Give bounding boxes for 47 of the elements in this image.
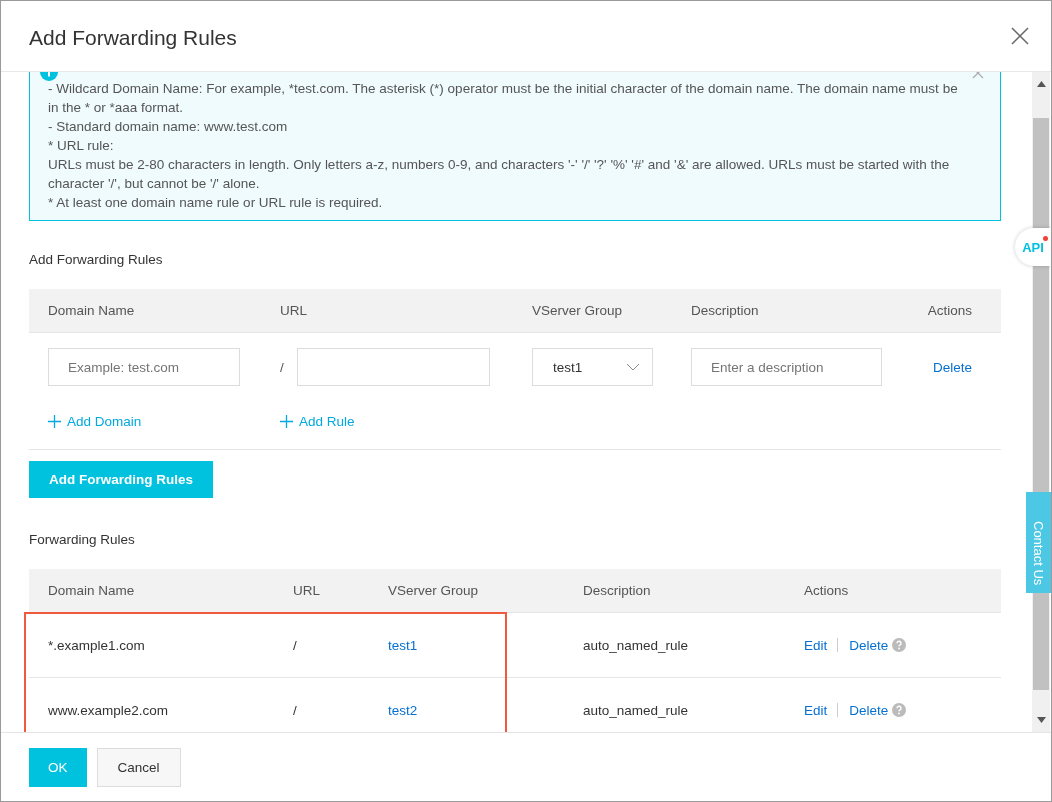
add-domain-link[interactable]: Add Domain <box>48 413 280 429</box>
close-icon[interactable] <box>1011 27 1029 45</box>
plus-icon <box>48 414 61 428</box>
column-header: Actions <box>927 303 972 318</box>
table-cell-text: / <box>293 702 298 718</box>
description-input[interactable]: Enter a description <box>691 348 882 386</box>
notice-text: * URL rule: <box>48 137 115 155</box>
scroll-down-icon[interactable] <box>1036 717 1046 723</box>
section-heading: Add Forwarding Rules <box>29 252 164 267</box>
column-header: Domain Name <box>48 303 136 318</box>
vserver-group-select[interactable]: test1 <box>532 348 653 386</box>
edit-link[interactable]: Edit <box>804 637 828 653</box>
column-header: Description <box>691 303 760 318</box>
column-header: Description <box>583 583 652 598</box>
column-header: URL <box>293 583 321 598</box>
delete-link[interactable]: Delete <box>932 359 972 375</box>
table-cell-text: / <box>293 637 298 653</box>
help-icon[interactable] <box>892 703 907 717</box>
column-header: VServer Group <box>532 303 624 318</box>
vserver-group-link[interactable]: test1 <box>388 637 583 653</box>
domain-input[interactable]: Example: test.com <box>48 348 240 386</box>
delete-link[interactable]: Delete <box>849 637 889 653</box>
dialog-title: Add Forwarding Rules <box>29 26 237 50</box>
chevron-down-icon <box>626 363 640 371</box>
help-icon[interactable] <box>892 638 907 652</box>
notice-text: URLs must be 2-80 characters in length. Only letters a-z, numbers 0-9, and characters '-' '/' '?' '%' '#' and '&' are allowed. URLs must be started with the character '/', but cannot be '/' alone. <box>48 156 951 193</box>
column-header: VServer Group <box>388 583 480 598</box>
notice-text: - Standard domain name: www.test.com <box>48 118 289 136</box>
vserver-group-link[interactable]: test2 <box>388 702 583 718</box>
table-cell-text: *.example1.com <box>48 637 146 653</box>
table-cell-text: auto_named_rule <box>583 637 690 653</box>
column-header: URL <box>280 303 308 318</box>
column-header: Domain Name <box>48 583 136 598</box>
table-cell-text: auto_named_rule <box>583 702 690 718</box>
notice-text: - Wildcard Domain Name: For example, *test.com. The asterisk (*) operator must be the initial character of the domain name. The domain name must be in the * or *aaa format. <box>48 80 959 117</box>
edit-link[interactable]: Edit <box>804 702 828 718</box>
cancel-button[interactable]: Cancel <box>96 747 181 787</box>
notice-text: * At least one domain name rule or URL rule is required. <box>48 194 384 212</box>
column-header: Actions <box>804 583 850 598</box>
add-rule-link[interactable]: Add Rule <box>280 413 1001 429</box>
plus-icon <box>280 414 293 428</box>
url-input[interactable] <box>296 348 490 386</box>
section-heading: Forwarding Rules <box>29 532 136 547</box>
delete-link[interactable]: Delete <box>849 702 889 718</box>
slash-text: / <box>280 359 284 375</box>
scroll-up-icon[interactable] <box>1036 81 1046 87</box>
table-cell-text: www.example2.com <box>48 702 170 718</box>
